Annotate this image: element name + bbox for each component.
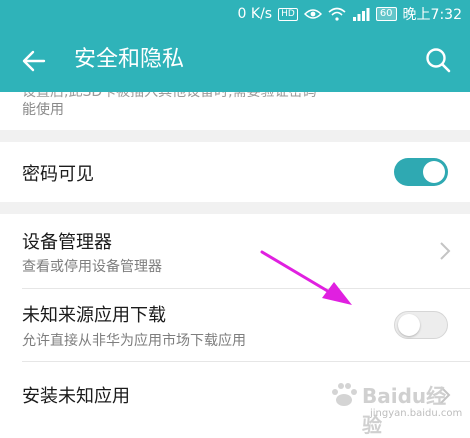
description-line-partial: 设置后,此SD卡被插入其他设备时,需要验证密码 bbox=[22, 92, 317, 100]
chevron-right-icon bbox=[440, 242, 451, 260]
unknown-sources-title: 未知来源应用下载 bbox=[22, 305, 166, 326]
password-visible-row[interactable]: 密码可见 bbox=[0, 142, 470, 202]
description-line-2: 能使用 bbox=[22, 102, 64, 118]
device-manager-subtitle: 查看或停用设备管理器 bbox=[22, 259, 162, 275]
unknown-sources-subtitle: 允许直接从非华为应用市场下载应用 bbox=[22, 333, 246, 349]
page-title: 安全和隐私 bbox=[74, 47, 185, 72]
app-bar: 安全和隐私 bbox=[0, 28, 470, 92]
device-manager-title: 设备管理器 bbox=[22, 232, 112, 253]
toggle-knob bbox=[398, 314, 420, 336]
section-gap bbox=[0, 202, 470, 214]
device-manager-row[interactable]: 设备管理器 查看或停用设备管理器 bbox=[0, 214, 470, 288]
wifi-icon bbox=[328, 7, 346, 21]
status-bar: 0 K/s HD 60 晚上7:32 bbox=[0, 0, 470, 28]
network-speed: 0 K/s bbox=[237, 6, 273, 22]
clock: 晚上7:32 bbox=[402, 7, 462, 23]
search-icon[interactable] bbox=[424, 46, 452, 74]
password-visible-toggle[interactable] bbox=[394, 158, 448, 186]
signal-icon bbox=[352, 7, 370, 21]
unknown-sources-row[interactable]: 未知来源应用下载 允许直接从非华为应用市场下载应用 bbox=[0, 289, 470, 361]
previous-item-description: 设置后,此SD卡被插入其他设备时,需要验证密码 能使用 bbox=[22, 92, 452, 122]
battery-icon: 60 bbox=[375, 7, 397, 21]
paw-logo-icon bbox=[332, 383, 357, 406]
section-gap bbox=[0, 130, 470, 142]
watermark-url: jingyan.baidu.com bbox=[370, 408, 463, 419]
baidu-watermark: Baidu经验 jingyan.baidu.com bbox=[326, 376, 466, 437]
hd-badge: HD bbox=[278, 7, 298, 21]
password-visible-label: 密码可见 bbox=[22, 164, 94, 185]
install-unknown-apps-title: 安装未知应用 bbox=[22, 386, 130, 407]
eye-icon bbox=[303, 8, 322, 20]
unknown-sources-toggle[interactable] bbox=[394, 311, 448, 339]
toggle-knob bbox=[423, 161, 445, 183]
back-arrow-icon[interactable] bbox=[20, 47, 48, 75]
